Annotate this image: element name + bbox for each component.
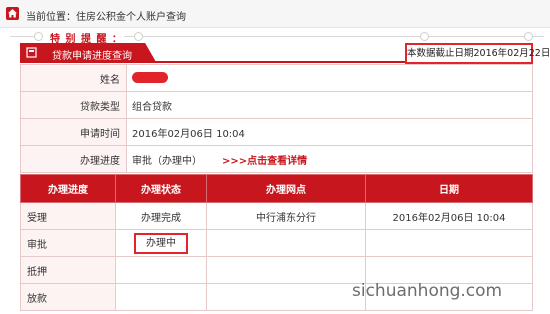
column-header: 日期 <box>365 174 533 203</box>
application-info-table: 姓名 贷款类型 组合贷款 申请时间 2016年02月06日 10:04 办理进度… <box>20 64 533 173</box>
table-cell <box>206 229 366 257</box>
name-value <box>126 64 533 92</box>
notice-row: 特 别 提 醒 ： <box>0 27 550 45</box>
progress-value: 审批（办理中） <box>132 155 202 167</box>
view-details-link[interactable]: >>>点击查看详情 <box>222 156 307 167</box>
loan-type-value: 组合贷款 <box>126 91 533 119</box>
notice-circle-icon <box>34 32 43 41</box>
document-icon <box>26 47 37 58</box>
progress-label: 办理进度 <box>20 145 127 173</box>
table-row: 申请时间 2016年02月06日 10:04 <box>20 118 533 146</box>
table-row: 贷款类型 组合贷款 <box>20 91 533 119</box>
notice-circle-icon <box>134 32 143 41</box>
table-cell <box>115 283 207 311</box>
table-cell: 2016年02月06日 10:04 <box>365 202 533 230</box>
breadcrumb: 当前位置：住房公积金个人账户查询 <box>26 12 186 23</box>
data-deadline-notice: 本数据截止日期2016年02月22日 <box>405 43 550 64</box>
table-cell <box>206 283 366 311</box>
status-badge: 办理中 <box>134 232 188 254</box>
table-cell: 中行浦东分行 <box>206 202 366 230</box>
home-icon[interactable] <box>6 7 19 20</box>
notice-circle-icon <box>524 32 533 41</box>
table-cell <box>365 256 533 284</box>
table-cell <box>365 229 533 257</box>
table-cell: 办理中 <box>115 229 207 257</box>
table-cell: 审批 <box>20 229 116 257</box>
table-row: 办理进度 审批（办理中） >>>点击查看详情 <box>20 145 533 173</box>
breadcrumb-bar: 当前位置：住房公积金个人账户查询 <box>0 0 550 28</box>
table-cell: 抵押 <box>20 256 116 284</box>
table-cell <box>206 256 366 284</box>
table-row: 姓名 <box>20 64 533 92</box>
redacted-name <box>132 72 168 84</box>
table-row: 抵押 <box>20 256 533 284</box>
notice-divider-right <box>124 36 544 37</box>
name-label: 姓名 <box>20 64 127 92</box>
apply-time-value: 2016年02月06日 10:04 <box>126 118 533 146</box>
table-cell: 受理 <box>20 202 116 230</box>
notice-circle-icon <box>420 32 429 41</box>
apply-time-label: 申请时间 <box>20 118 127 146</box>
column-header: 办理进度 <box>20 174 116 203</box>
table-row: 审批 办理中 <box>20 229 533 257</box>
watermark: sichuanhong.com <box>352 281 503 301</box>
progress-value-cell: 审批（办理中） >>>点击查看详情 <box>126 145 533 173</box>
table-header-row: 办理进度 办理状态 办理网点 日期 <box>20 174 533 203</box>
column-header: 办理状态 <box>115 174 207 203</box>
table-row: 受理 办理完成 中行浦东分行 2016年02月06日 10:04 <box>20 202 533 230</box>
tab-label: 贷款申请进度查询 <box>52 51 132 62</box>
loan-type-label: 贷款类型 <box>20 91 127 119</box>
column-header: 办理网点 <box>206 174 366 203</box>
table-cell: 办理完成 <box>115 202 207 230</box>
tab-loan-progress[interactable]: 贷款申请进度查询 <box>20 43 156 62</box>
table-cell <box>115 256 207 284</box>
table-cell: 放款 <box>20 283 116 311</box>
